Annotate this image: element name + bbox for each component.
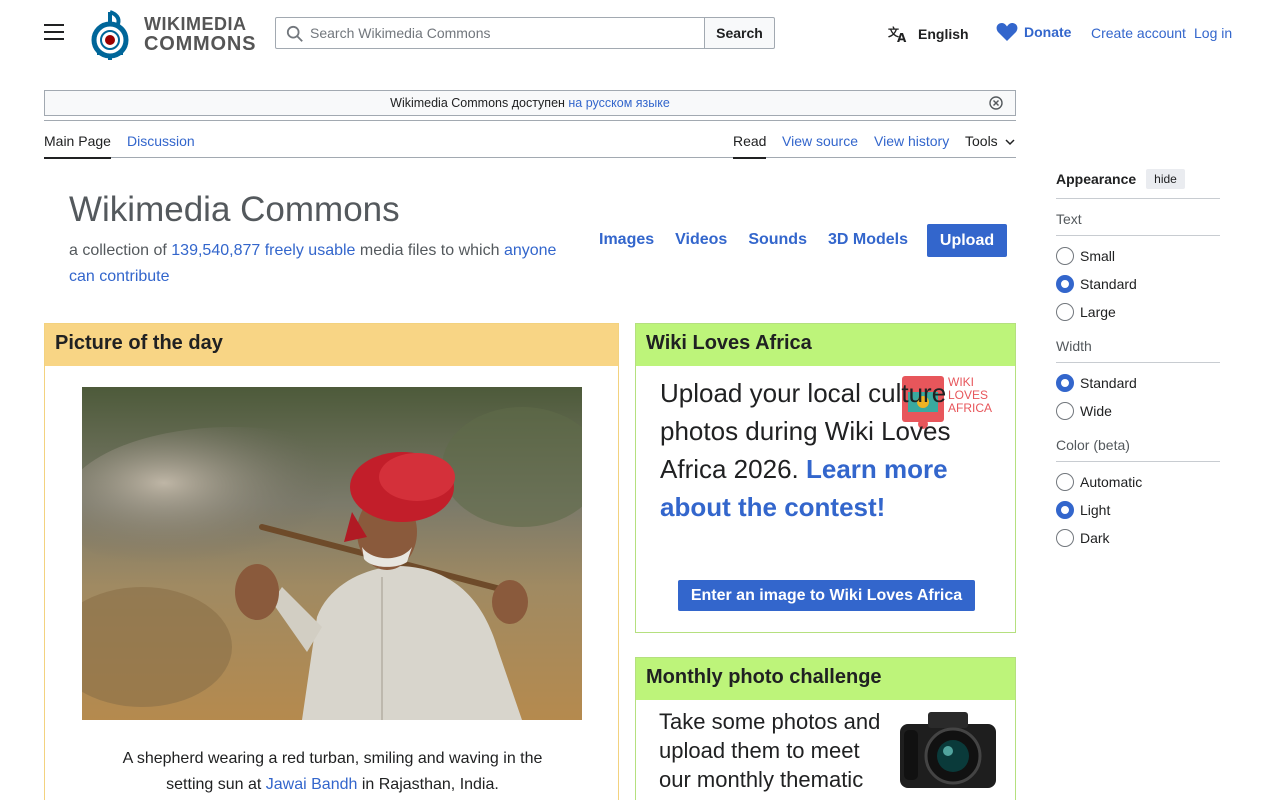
option-label: Dark	[1080, 530, 1110, 546]
site-header: WIKIMEDIA COMMONS Search 文 A English Don…	[0, 0, 1280, 66]
search-icon	[286, 25, 303, 42]
width-title: Width	[1056, 338, 1220, 363]
search-input[interactable]	[310, 23, 690, 43]
heart-icon	[996, 23, 1018, 41]
wiki-loves-africa-box: Wiki Loves Africa WIKI LOVES AFRICA Uplo…	[635, 323, 1016, 633]
logo-line1: WIKIMEDIA	[144, 14, 247, 34]
text-size-title: Text	[1056, 211, 1220, 236]
mpc-description: Take some photos and upload them to meet…	[659, 709, 881, 800]
commons-logo-icon	[91, 10, 129, 60]
color-options: Automatic Light Dark	[1056, 462, 1220, 552]
page-tabs: Main Page Discussion Read View source Vi…	[44, 120, 1016, 159]
appearance-title: Appearance	[1056, 171, 1137, 187]
option-label: Large	[1080, 304, 1116, 320]
color-dark[interactable]: Dark	[1056, 524, 1220, 552]
donate-label: Donate	[1024, 24, 1072, 40]
tab-main-page[interactable]: Main Page	[44, 133, 111, 159]
close-icon[interactable]	[989, 96, 1003, 110]
site-logo[interactable]: WIKIMEDIA COMMONS	[88, 8, 260, 60]
text-size-standard[interactable]: Standard	[1056, 270, 1220, 298]
text-size-large[interactable]: Large	[1056, 298, 1220, 326]
option-label: Wide	[1080, 403, 1112, 419]
text-size-options: Small Standard Large	[1056, 236, 1220, 326]
wla-heading: Wiki Loves Africa	[636, 324, 1015, 366]
radio-selected-icon	[1056, 501, 1074, 519]
search-form: Search	[275, 17, 775, 49]
logo-wordmark: WIKIMEDIA COMMONS	[144, 14, 256, 54]
option-label: Automatic	[1080, 474, 1143, 490]
color-light[interactable]: Light	[1056, 496, 1220, 524]
media-type-nav: Images Videos Sounds 3D Models	[599, 231, 929, 249]
tab-view-history[interactable]: View history	[874, 133, 949, 149]
chevron-down-icon	[1005, 139, 1015, 146]
search-button[interactable]: Search	[704, 17, 775, 49]
hero-subtitle: a collection of 139,540,877 freely usabl…	[69, 238, 569, 290]
appearance-divider	[1056, 198, 1220, 199]
translate-icon: 文 A	[888, 25, 907, 43]
svg-text:A: A	[897, 31, 907, 43]
option-label: Standard	[1080, 276, 1137, 292]
language-label: English	[918, 26, 969, 42]
monthly-photo-challenge-box: Monthly photo challenge Take some photos…	[635, 657, 1016, 800]
radio-icon	[1056, 303, 1074, 321]
upload-button[interactable]: Upload	[927, 224, 1007, 257]
jawai-bandh-link[interactable]: Jawai Bandh	[266, 776, 358, 793]
language-selector[interactable]: 文 A English	[888, 24, 969, 44]
tab-discussion[interactable]: Discussion	[127, 133, 195, 149]
tools-label: Tools	[965, 133, 998, 149]
camera-image	[898, 706, 998, 790]
option-label: Small	[1080, 248, 1116, 264]
wla-enter-button[interactable]: Enter an image to Wiki Loves Africa	[678, 580, 975, 611]
logo-line2: COMMONS	[144, 33, 257, 55]
donate-link[interactable]: Donate	[996, 22, 1071, 42]
notice-language-link[interactable]: на русском языке	[568, 96, 669, 110]
create-account-link[interactable]: Create account	[1091, 25, 1186, 41]
notice-text: Wikimedia Commons доступен	[390, 96, 569, 110]
appearance-panel: Appearance hide Text Small Standard Larg…	[1056, 168, 1220, 552]
camera-icon	[900, 712, 996, 788]
option-label: Light	[1080, 502, 1111, 518]
appearance-header: Appearance hide	[1056, 168, 1220, 190]
hide-appearance-button[interactable]: hide	[1146, 169, 1185, 189]
freely-usable-link[interactable]: freely usable	[265, 242, 356, 259]
option-label: Standard	[1080, 375, 1137, 391]
mpc-heading: Monthly photo challenge	[636, 658, 1015, 700]
width-standard[interactable]: Standard	[1056, 369, 1220, 397]
color-automatic[interactable]: Automatic	[1056, 468, 1220, 496]
radio-icon	[1056, 473, 1074, 491]
radio-icon	[1056, 529, 1074, 547]
width-options: Standard Wide	[1056, 363, 1220, 425]
nav-videos[interactable]: Videos	[675, 231, 727, 249]
radio-icon	[1056, 402, 1074, 420]
potd-heading: Picture of the day	[45, 324, 618, 366]
potd-image[interactable]	[82, 387, 582, 720]
picture-of-the-day-box: Picture of the day A shepherd wearing a …	[44, 323, 619, 800]
nav-images[interactable]: Images	[599, 231, 654, 249]
potd-caption: A shepherd wearing a red turban, smiling…	[105, 746, 560, 798]
width-wide[interactable]: Wide	[1056, 397, 1220, 425]
log-in-link[interactable]: Log in	[1194, 25, 1232, 41]
potd-caption-suffix: in Rajasthan, India.	[357, 776, 499, 793]
hero-sub-mid: media files to which	[355, 242, 504, 259]
shepherd-photo	[82, 387, 582, 720]
nav-sounds[interactable]: Sounds	[748, 231, 807, 249]
page-title: Wikimedia Commons	[69, 190, 400, 229]
site-notice: Wikimedia Commons доступен на русском яз…	[44, 90, 1016, 116]
radio-selected-icon	[1056, 374, 1074, 392]
color-title: Color (beta)	[1056, 437, 1220, 462]
nav-3d-models[interactable]: 3D Models	[828, 231, 908, 249]
main-menu-icon[interactable]	[44, 24, 64, 42]
radio-selected-icon	[1056, 275, 1074, 293]
tab-read[interactable]: Read	[733, 133, 767, 159]
wla-description: Upload your local culture photos during …	[660, 374, 960, 526]
tab-view-source[interactable]: View source	[782, 133, 858, 149]
hero-sub-prefix: a collection of	[69, 242, 172, 259]
tools-menu[interactable]: Tools	[965, 133, 1015, 149]
radio-icon	[1056, 247, 1074, 265]
text-size-small[interactable]: Small	[1056, 242, 1220, 270]
search-box	[275, 17, 705, 49]
file-count-link[interactable]: 139,540,877	[171, 242, 260, 259]
